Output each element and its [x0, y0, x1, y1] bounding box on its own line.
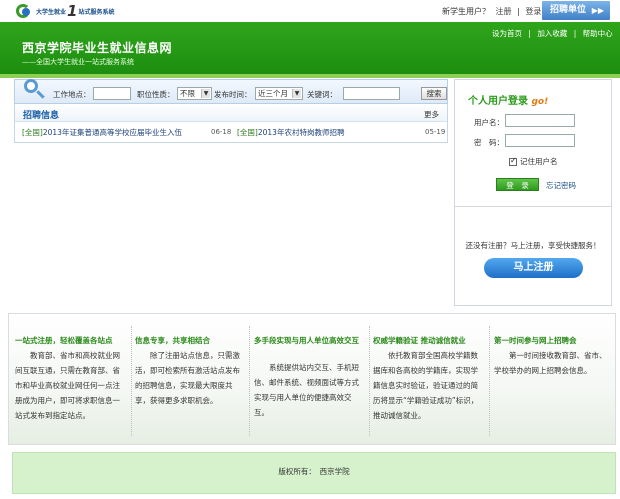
- top-separator: |: [517, 7, 520, 16]
- login-title: 个人用户登录 go!: [468, 92, 548, 107]
- publish-time-value: 近三个月: [258, 89, 288, 98]
- feature-column: 一站式注册，轻松覆盖各站点 教育部、省市和高校就业网间互联互通，只需在教育部、省…: [15, 314, 127, 444]
- logo-text-left: 大学生就业: [36, 8, 67, 16]
- register-link[interactable]: 注册: [496, 7, 512, 16]
- keyword-label: 关键词：: [307, 90, 337, 99]
- login-button[interactable]: 登 录: [496, 178, 539, 191]
- feature-title: 权威学籍验证 推动诚信就业: [373, 336, 466, 345]
- forgot-password-link[interactable]: 忘记密码: [546, 180, 576, 191]
- chevron-down-icon: ▼: [292, 89, 301, 98]
- remember-checkbox[interactable]: [509, 156, 517, 166]
- publish-time-select[interactable]: 近三个月 ▼: [255, 87, 303, 100]
- banner-stripe: [0, 74, 620, 78]
- login-link[interactable]: 登录: [525, 7, 541, 16]
- recruit-info-header: 招聘信息 更多: [15, 104, 447, 122]
- job-type-value: 不限: [180, 89, 195, 98]
- feature-divider: [131, 326, 132, 436]
- feature-column: 信息专享，共享相结合 除了注册站点信息，只需激活，即可检索所有激活站点发布的招聘…: [135, 314, 243, 444]
- feature-body: 系统提供站内交互、手机短信、邮件系统、视频面试等方式实现与用人单位的便捷高效交互…: [254, 363, 359, 417]
- more-link[interactable]: 更多: [424, 109, 439, 120]
- logo-mark-icon: [14, 2, 34, 20]
- banner-separator: |: [528, 29, 531, 38]
- job-region-tag: [全国]: [22, 128, 43, 137]
- footer: 版权所有： 西京学院: [12, 452, 616, 494]
- set-homepage-link[interactable]: 设为首页: [492, 29, 522, 38]
- feature-title: 信息专享，共享相结合: [135, 336, 210, 345]
- feature-title: 一站式注册，轻松覆盖各站点: [15, 336, 113, 345]
- job-type-label: 职位性质：: [137, 90, 175, 99]
- site-logo[interactable]: 大学生就业 1 站式服务系统: [14, 2, 114, 20]
- publish-time-label: 发布时间：: [214, 90, 252, 99]
- login-divider: [455, 206, 611, 207]
- banner-links: 设为首页 | 加入收藏 | 帮助中心: [490, 28, 615, 39]
- job-region-tag: [全国]: [237, 128, 258, 137]
- feature-body: 除了注册站点信息，只需激活，即可检索所有激活站点发布的招聘信息，实现最大限度共享…: [135, 351, 240, 405]
- keyword-input[interactable]: [343, 87, 400, 100]
- recruit-unit-button[interactable]: 招聘单位 ▶▶: [542, 1, 610, 20]
- site-title: 西京学院毕业生就业信息网: [22, 41, 173, 55]
- password-input[interactable]: [505, 134, 575, 147]
- login-go-text: go!: [531, 97, 549, 107]
- job-item[interactable]: [全国]2013年农村特岗教师招聘: [237, 127, 344, 138]
- no-register-text: 还没有注册？马上注册，享受快捷服务！: [465, 241, 601, 250]
- remember-label: 记住用户名: [520, 157, 558, 166]
- login-panel: 个人用户登录 go! 用户名： 密 码： 记住用户名 登 录 忘记密码 还没有注…: [454, 79, 612, 306]
- top-links: 新学生用户？ 注册 | 登录: [442, 6, 544, 17]
- recruit-info-panel: 招聘信息 更多 [全国]2013年证集普通高等学校应届毕业生入伍 06-18 […: [14, 104, 448, 143]
- feature-column: 权威学籍验证 推动诚信就业 依托教育部全国高校学籍数据库和各高校的学籍库，实现学…: [373, 314, 483, 444]
- feature-column: 第一时间参与网上招聘会 第一时间接收教育部、省市、学校举办的网上招聘会信息。: [494, 314, 609, 444]
- feature-body: 第一时间接收教育部、省市、学校举办的网上招聘会信息。: [494, 351, 607, 375]
- top-bar: 大学生就业 1 站式服务系统 新学生用户？ 注册 | 登录 招聘单位 ▶▶: [0, 0, 620, 22]
- double-arrow-icon: ▶▶: [591, 6, 604, 15]
- features-section: 一站式注册，轻松覆盖各站点 教育部、省市和高校就业网间互联互通，只需在教育部、省…: [8, 313, 616, 445]
- username-label: 用户名：: [474, 118, 504, 127]
- feature-body: 依托教育部全国高校学籍数据库和各高校的学籍库，实现学籍信息实时验证，验证通过的简…: [373, 351, 479, 420]
- job-title: 2013年农村特岗教师招聘: [257, 128, 345, 137]
- recruit-info-title: 招聘信息: [23, 111, 60, 121]
- job-date: 05-19: [425, 128, 446, 136]
- banner-separator: |: [573, 29, 577, 38]
- magnifier-icon: [23, 78, 45, 100]
- password-label: 密 码：: [474, 138, 504, 147]
- feature-column: 多手段实现与用人单位高效交互 系统提供站内交互、手机短信、邮件系统、视频面试等方…: [254, 314, 362, 444]
- help-center-link[interactable]: 帮助中心: [583, 29, 613, 38]
- work-location-label: 工作地点：: [53, 90, 91, 99]
- feature-divider: [489, 326, 490, 436]
- header-banner: 西京学院毕业生就业信息网 ——全国大学生就业一站式服务系统 设为首页 | 加入收…: [0, 22, 620, 74]
- logo-text-right: 站式服务系统: [78, 8, 115, 16]
- job-type-select[interactable]: 不限 ▼: [177, 87, 212, 100]
- feature-body: 教育部、省市和高校就业网间互联互通，只需在教育部、省市和毕业高校就业网任何一点注…: [15, 351, 120, 420]
- chevron-down-icon: ▼: [201, 89, 210, 98]
- job-title: 2013年证集普通高等学校应届毕业生入伍: [42, 128, 182, 137]
- search-bar: 工作地点： 职位性质： 不限 ▼ 发布时间： 近三个月 ▼ 关键词： 搜索: [14, 79, 448, 104]
- remember-username[interactable]: 记住用户名: [509, 156, 558, 167]
- copyright-text: 版权所有： 西京学院: [278, 467, 350, 476]
- feature-divider: [369, 326, 370, 436]
- feature-divider: [249, 326, 250, 436]
- add-favorite-link[interactable]: 加入收藏: [537, 29, 567, 38]
- job-date: 06-18: [211, 128, 232, 136]
- job-item[interactable]: [全国]2013年证集普通高等学校应届毕业生入伍: [22, 127, 182, 138]
- work-location-input[interactable]: [93, 87, 131, 100]
- register-now-button[interactable]: 马上注册: [484, 258, 583, 278]
- logo-text-one: 1: [67, 2, 78, 20]
- username-input[interactable]: [505, 114, 575, 127]
- new-user-text: 新学生用户？: [442, 7, 490, 16]
- search-button[interactable]: 搜索: [421, 87, 447, 100]
- feature-title: 第一时间参与网上招聘会: [494, 336, 577, 345]
- site-subtitle: ——全国大学生就业一站式服务系统: [22, 58, 134, 66]
- login-title-text: 个人用户登录: [468, 96, 528, 107]
- recruit-unit-label: 招聘单位: [550, 5, 587, 15]
- feature-title: 多手段实现与用人单位高效交互: [254, 336, 359, 345]
